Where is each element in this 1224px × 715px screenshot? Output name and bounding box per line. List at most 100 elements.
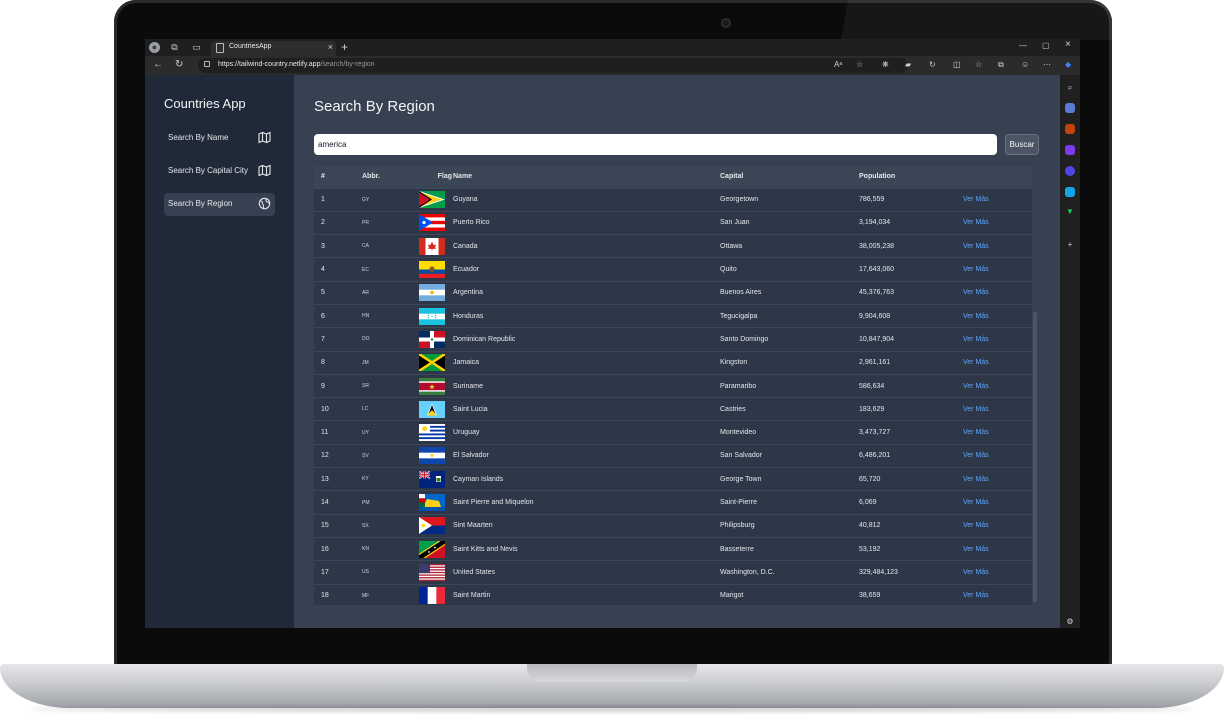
flag-icon xyxy=(419,377,453,395)
countries-table: # Abbr. Flag Name Capital Population 1 G… xyxy=(314,166,1032,605)
scrollbar[interactable] xyxy=(1032,166,1038,605)
country-capital: San Salvador xyxy=(720,452,763,460)
globe-icon xyxy=(258,197,271,210)
country-capital: Georgetown xyxy=(720,196,759,204)
country-population: 10,847,904 xyxy=(859,335,895,343)
extension-2-icon[interactable]: ▰ xyxy=(905,60,911,69)
shopping-icon[interactable] xyxy=(1065,124,1075,134)
flag-icon xyxy=(419,517,453,535)
view-more-link[interactable]: Ver Más xyxy=(963,304,1032,327)
more-icon[interactable]: ⋯ xyxy=(1043,60,1051,69)
flag-icon xyxy=(419,587,453,605)
map-icon xyxy=(258,131,271,144)
row-number: 15 xyxy=(321,522,329,530)
tab-actions-icon[interactable]: ▭ xyxy=(191,42,202,53)
view-more-link[interactable]: Ver Más xyxy=(963,188,1032,211)
view-more-link[interactable]: Ver Más xyxy=(963,514,1032,537)
table-row: 18 MF Saint Martin Marigot 38,659 Ver Má… xyxy=(314,584,1032,605)
profile-icon[interactable]: ● xyxy=(149,42,160,53)
flag-cell xyxy=(419,421,453,444)
country-abbr: EC xyxy=(362,266,369,273)
favorites-icon[interactable]: ☆ xyxy=(975,60,982,69)
tag-icon[interactable] xyxy=(1065,103,1075,113)
view-more-link[interactable]: Ver Más xyxy=(963,537,1032,560)
table-row: 15 SX Sint Maarten Philipsburg 40,812 Ve… xyxy=(314,514,1032,537)
column-header-number: # xyxy=(321,173,325,181)
favorite-star-icon[interactable]: ☆ xyxy=(856,60,863,69)
view-more-link[interactable]: Ver Más xyxy=(963,328,1032,351)
country-abbr: DO xyxy=(362,336,370,343)
refresh-icon[interactable]: ↻ xyxy=(175,59,183,70)
feedback-icon[interactable]: ☺ xyxy=(1021,60,1029,69)
minimize-icon[interactable]: — xyxy=(1019,41,1027,50)
country-capital: Quito xyxy=(720,266,737,274)
copilot-sidebar-icon[interactable] xyxy=(1065,166,1075,176)
country-name: El Salvador xyxy=(453,452,489,460)
country-capital: San Juan xyxy=(720,219,750,227)
maximize-icon[interactable]: ▢ xyxy=(1042,41,1050,50)
country-abbr: HN xyxy=(362,313,370,320)
close-icon[interactable]: × xyxy=(328,42,333,52)
sidebar-item-search-by-name[interactable]: Search By Name xyxy=(164,127,275,150)
people-icon[interactable] xyxy=(1065,145,1075,155)
country-name: Saint Pierre and Miquelon xyxy=(453,499,534,506)
view-more-link[interactable]: Ver Más xyxy=(963,584,1032,605)
copilot-icon[interactable]: ◆ xyxy=(1065,60,1071,69)
flag-cell xyxy=(419,258,453,281)
column-header-actions xyxy=(963,166,1032,188)
scrollbar-thumb[interactable] xyxy=(1033,312,1037,602)
country-population: 6,486,201 xyxy=(859,452,891,460)
view-more-link[interactable]: Ver Más xyxy=(963,374,1032,397)
view-more-link[interactable]: Ver Más xyxy=(963,351,1032,374)
url-input[interactable]: https://tailwind-country.netlify.app/sea… xyxy=(198,58,908,73)
view-more-link[interactable]: Ver Más xyxy=(963,398,1032,421)
lid-reflection xyxy=(732,0,1112,40)
new-tab-icon[interactable]: + xyxy=(341,40,348,54)
row-number: 16 xyxy=(321,545,329,553)
country-population: 38,659 xyxy=(859,592,881,600)
map-icon xyxy=(258,164,271,177)
back-icon[interactable]: ← xyxy=(153,59,163,70)
country-capital: Paramaribo xyxy=(720,382,757,390)
row-number: 11 xyxy=(321,429,329,437)
search-button[interactable]: Buscar xyxy=(1005,134,1039,155)
sidebar-item-search-by-region[interactable]: Search By Region xyxy=(164,193,275,216)
view-more-link[interactable]: Ver Más xyxy=(963,444,1032,467)
view-more-link[interactable]: Ver Más xyxy=(963,258,1032,281)
flag-icon xyxy=(419,307,453,325)
browser-tab[interactable]: CountriesApp × xyxy=(211,41,336,56)
view-more-link[interactable]: Ver Más xyxy=(963,235,1032,258)
window-close-icon[interactable]: × xyxy=(1065,39,1071,50)
view-more-link[interactable]: Ver Más xyxy=(963,211,1032,234)
collections-icon[interactable]: ⧉ xyxy=(998,60,1004,70)
view-more-link[interactable]: Ver Más xyxy=(963,491,1032,514)
flag-cell xyxy=(419,374,453,397)
workspaces-icon[interactable]: ⧉ xyxy=(169,42,180,53)
view-more-link[interactable]: Ver Más xyxy=(963,281,1032,304)
sync-icon[interactable]: ↻ xyxy=(929,60,936,69)
country-capital: Santo Domingo xyxy=(720,335,769,343)
split-screen-icon[interactable]: ◫ xyxy=(953,60,961,69)
country-name: Ecuador xyxy=(453,266,480,274)
row-number: 6 xyxy=(321,312,325,320)
drop-icon[interactable]: ▼ xyxy=(1065,207,1075,217)
country-abbr: AR xyxy=(362,289,369,296)
country-population: 17,643,060 xyxy=(859,266,895,274)
flag-icon xyxy=(419,470,453,488)
sidebar-item-search-by-capital[interactable]: Search By Capital City xyxy=(164,160,275,183)
country-abbr: KY xyxy=(362,476,369,483)
search-icon[interactable]: ⌕ xyxy=(1065,83,1075,93)
extension-icon[interactable]: ❋ xyxy=(882,60,889,69)
outlook-icon[interactable] xyxy=(1065,187,1075,197)
view-more-link[interactable]: Ver Más xyxy=(963,421,1032,444)
read-aloud-icon[interactable]: Aᵃ xyxy=(834,60,842,69)
search-input[interactable] xyxy=(314,134,997,155)
column-header-capital: Capital xyxy=(720,173,744,181)
flag-cell xyxy=(419,468,453,491)
settings-gear-icon[interactable]: ⚙ xyxy=(1065,617,1075,627)
add-icon[interactable]: + xyxy=(1065,240,1075,250)
view-more-link[interactable]: Ver Más xyxy=(963,468,1032,491)
row-number: 7 xyxy=(321,335,325,343)
table-row: 5 AR Argentina Buenos Aires 45,376,763 V… xyxy=(314,281,1032,304)
view-more-link[interactable]: Ver Más xyxy=(963,561,1032,584)
